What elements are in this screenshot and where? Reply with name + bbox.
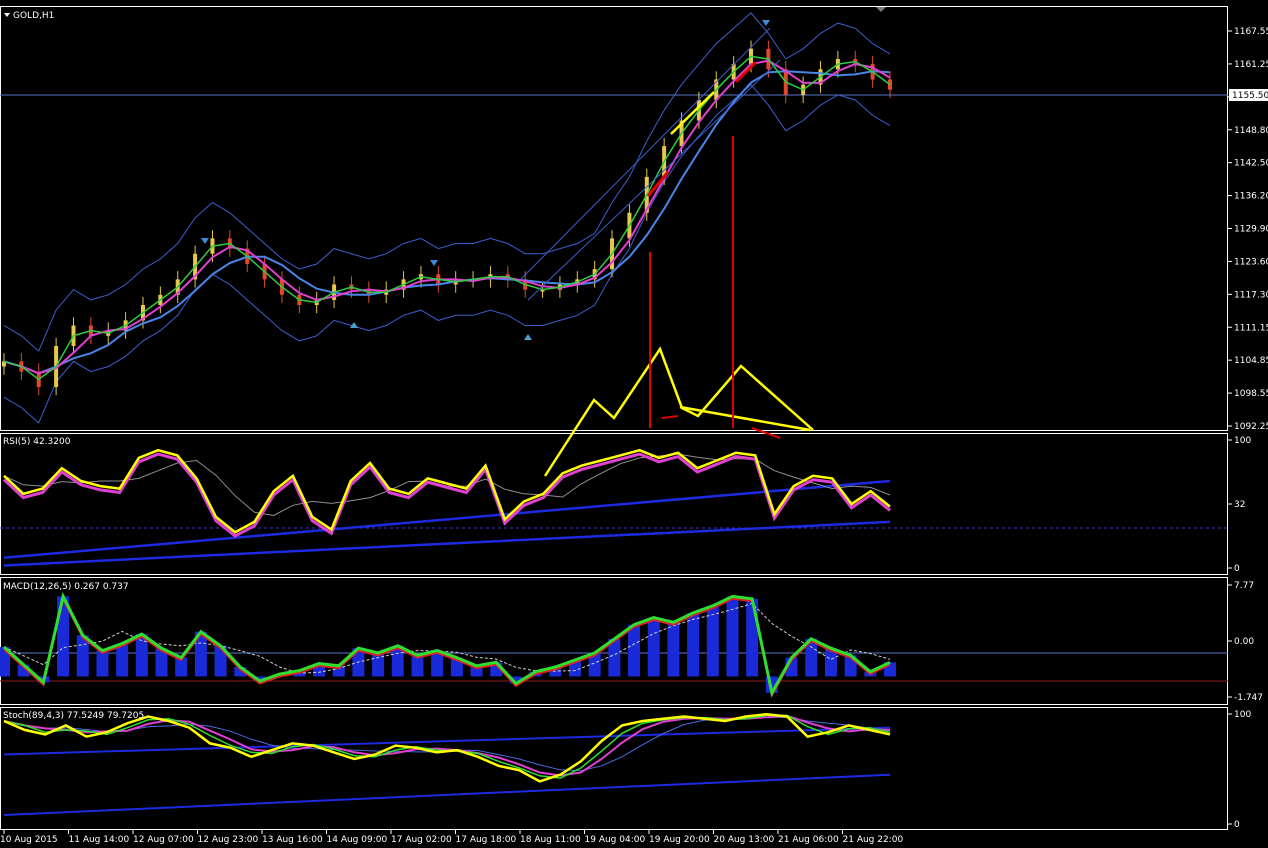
yellow-arrow-line [670,91,715,135]
price-tick-label: 1136.20 [1234,192,1268,202]
macd-histogram-bar [706,605,719,677]
rsi-panel[interactable]: RSI(5) 42.3200 100 32 0 [0,436,1251,574]
macd-histogram-bar [667,622,680,677]
time-tick-label: 11 Aug 14:00 [69,835,130,845]
fractal-arrows [201,20,770,340]
time-tick-label: 19 Aug 20:00 [649,835,710,845]
price-tick-label: 1098.55 [1234,389,1268,399]
stoch-green-line [3,714,891,779]
rsi-tick-label: 0 [1234,564,1240,574]
rsi-tick-label: 100 [1234,436,1251,446]
stoch-lines [3,712,891,817]
stoch-tick-label: 100 [1234,710,1251,720]
price-tick-label: 1117.30 [1234,290,1268,300]
symbol-label: GOLD,H1 [13,11,54,21]
stoch-axis: 100 0 [1228,710,1251,830]
macd-tick-label: 0.00 [1234,637,1254,647]
time-tick-label: 18 Aug 11:00 [520,835,581,845]
price-tick-label: 1148.80 [1234,126,1268,136]
rsi-magenta-line [2,452,891,538]
stoch-tick-label: 0 [1234,820,1240,830]
price-tick-label: 1104.85 [1234,356,1268,366]
time-tick-label: 17 Aug 02:00 [391,835,452,845]
price-tick-label: 1129.90 [1234,225,1268,235]
macd-tick-label: -1.747 [1234,693,1263,703]
red-arrow-line [734,60,758,84]
channel-line [527,59,781,301]
moving-averages [3,55,891,381]
price-tick-label: 1092.25 [1234,422,1268,432]
macd-histogram-bar [96,650,109,677]
time-tick-label: 10 Aug 2015 [0,835,58,845]
price-tick-label: 1142.50 [1234,159,1268,169]
stoch-trend-line [3,773,891,817]
ma-blue-line [3,70,891,375]
time-tick-label: 14 Aug 09:00 [327,835,388,845]
stoch-blue-line [3,716,891,772]
time-tick-label: 20 Aug 13:00 [714,835,775,845]
ma-green-line [3,55,891,381]
macd-histogram-bar [628,624,641,677]
price-tick-label: 1123.60 [1234,257,1268,267]
candle-body [888,79,892,90]
price-tick-label: 1161.25 [1234,60,1268,70]
current-price-text: 1155.50 [1232,91,1268,101]
lower-band-line [3,83,891,424]
trading-chart[interactable]: 1167.55 1161.25 1155.50 1148.80 1142.50 1136.… [0,0,1268,848]
macd-title: MACD(12,26,5) 0.267 0.737 [3,582,129,592]
arrow-up-icon [524,334,532,340]
bollinger-bands [3,12,891,424]
macd-histogram-bar [746,598,759,677]
time-axis: 10 Aug 2015 11 Aug 14:00 12 Aug 07:00 12 Au… [0,830,903,845]
macd-histogram-bar [116,643,129,677]
rsi-trend-line [3,520,891,567]
rsi-title: RSI(5) 42.3200 [3,437,71,447]
stoch-panel[interactable]: Stoch(89,4,3) 77.5249 79.7205 100 0 [3,710,1251,830]
macd-histogram-bar [687,612,700,677]
current-price-label: 1155.50 [1229,89,1268,101]
shift-marker-icon[interactable] [876,7,886,12]
time-tick-label: 17 Aug 18:00 [456,835,517,845]
time-tick-label: 19 Aug 04:00 [585,835,646,845]
time-tick-label: 12 Aug 23:00 [198,835,259,845]
dropdown-icon[interactable] [4,13,10,17]
arrow-down-icon [430,260,438,266]
price-tick-label: 1111.15 [1234,323,1268,333]
red-arrow-line [661,415,679,419]
rsi-trend-line [3,479,891,560]
time-tick-label: 13 Aug 16:00 [262,835,323,845]
time-tick-label: 12 Aug 07:00 [133,835,194,845]
time-tick-label: 21 Aug 06:00 [778,835,839,845]
macd-histogram-bar [647,617,660,677]
rsi-axis: 100 32 0 [1228,436,1251,574]
stoch-title: Stoch(89,4,3) 77.5249 79.7205 [3,711,144,721]
macd-axis: 7.77 0.00 -1.747 [1228,581,1263,703]
macd-panel[interactable]: MACD(12,26,5) 0.267 0.737 7.77 0.00 -1.747 [0,581,1263,703]
arrow-down-icon [762,20,770,26]
macd-tick-label: 7.77 [1234,581,1254,591]
price-tick-label: 1167.55 [1234,27,1268,37]
arrow-down-icon [201,238,209,244]
symbol-menu[interactable]: GOLD,H1 [4,11,54,21]
time-tick-label: 21 Aug 22:00 [843,835,904,845]
price-axis: 1167.55 1161.25 1155.50 1148.80 1142.50 1136.… [1228,27,1268,432]
price-panel[interactable]: 1167.55 1161.25 1155.50 1148.80 1142.50 1136.… [0,11,1268,477]
rsi-lines [2,448,891,567]
rsi-tick-label: 32 [1234,500,1245,510]
